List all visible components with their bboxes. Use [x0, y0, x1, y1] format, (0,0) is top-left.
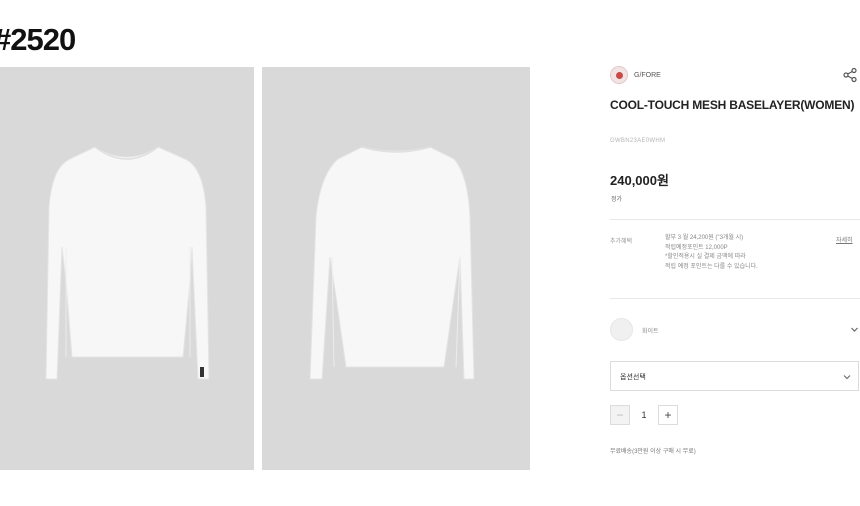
- additional-info-label: 추가혜택: [610, 239, 633, 245]
- chevron-down-icon: [851, 327, 858, 332]
- quantity-decrease-button[interactable]: −: [610, 404, 630, 425]
- option-select-label: 옵션선택: [620, 374, 646, 381]
- info-line: 적립예정포인트 12,000P: [665, 244, 728, 251]
- color-swatch[interactable]: [610, 318, 633, 341]
- product-info-panel: G/FORE COOL-TOUCH MESH BASELAYER(WOMEN) …: [610, 0, 860, 506]
- quantity-increase-button[interactable]: +: [658, 404, 678, 425]
- info-line: 할부 3 월 24,200원 ("3개월 시): [665, 235, 744, 241]
- option-select[interactable]: 옵션선택: [610, 361, 859, 391]
- price-label: 정가: [611, 197, 623, 203]
- product-image-front[interactable]: [0, 67, 254, 470]
- shirt-back-image: [309, 146, 475, 380]
- page-title: #2520: [0, 22, 76, 57]
- brand-logo-icon: [610, 66, 628, 84]
- brand-name: G/FORE: [634, 71, 661, 79]
- chevron-down-icon: [843, 375, 851, 380]
- shipping-note: 무료배송(3만원 이상 구매 시 무료): [610, 449, 696, 455]
- divider: [610, 298, 860, 299]
- product-name: COOL-TOUCH MESH BASELAYER(WOMEN): [610, 98, 855, 112]
- info-line: 적립 예정 포인트는 다를 수 있습니다.: [665, 263, 758, 270]
- shirt-front-image: [45, 146, 210, 380]
- info-line: *할인적용시 실 결제 금액에 따라: [665, 254, 746, 260]
- product-code: GWBN23AE0WHM: [610, 138, 666, 144]
- color-name: 화이트: [642, 329, 659, 335]
- brand-link[interactable]: G/FORE: [610, 66, 661, 84]
- quantity-stepper: − 1 +: [610, 404, 678, 425]
- share-icon[interactable]: [842, 67, 858, 83]
- divider: [610, 219, 860, 220]
- product-price: 240,000원: [610, 173, 669, 188]
- color-selector[interactable]: 화이트: [610, 316, 860, 344]
- quantity-value[interactable]: 1: [630, 410, 658, 420]
- product-image-back[interactable]: [262, 67, 530, 470]
- details-link[interactable]: 자세히: [836, 235, 853, 244]
- additional-info-text: 할부 3 월 24,200원 ("3개월 시) 적립예정포인트 12,000P …: [665, 234, 825, 272]
